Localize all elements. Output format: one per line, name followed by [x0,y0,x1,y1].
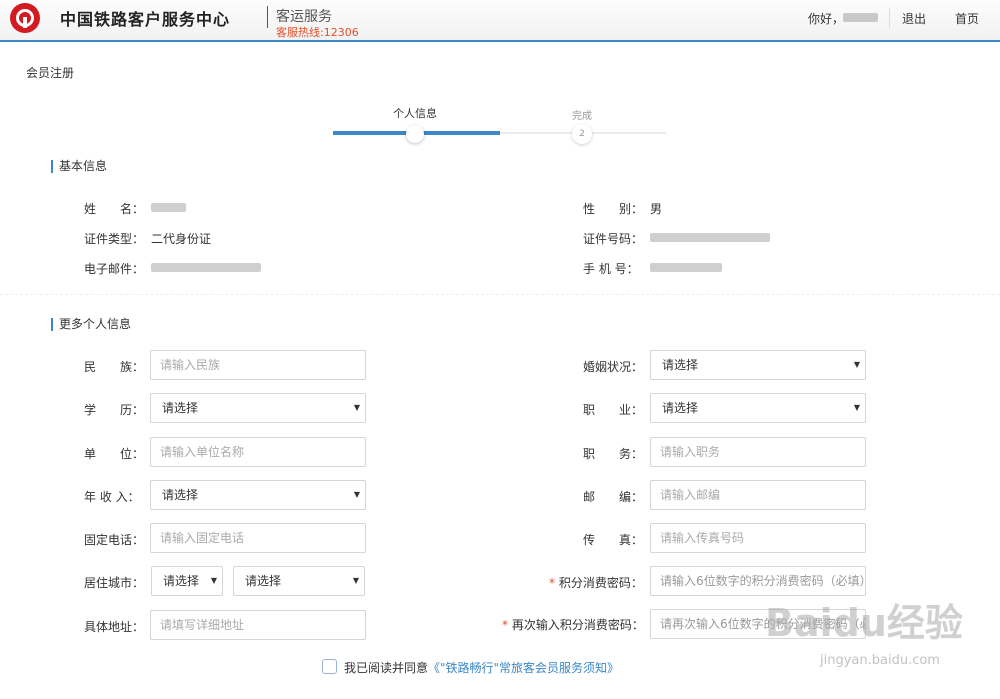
marital-select[interactable]: 请选择 ▼ [650,350,866,380]
address-label: 具体地址： [84,620,145,634]
hotline-text: 客服热线:12306 [276,26,359,39]
service-name: 客运服务 [276,9,332,25]
income-label: 年 收 入： [84,490,140,504]
points-password-label: * 积分消费密码： [549,576,643,590]
address-input[interactable]: 请填写详细地址 [150,610,366,640]
phone-redacted [650,263,722,272]
username-redacted [843,13,878,22]
chevron-down-icon: ▼ [853,360,860,369]
chevron-down-icon: ▼ [353,403,360,412]
id-type-label: 证件类型： [84,232,145,246]
ethnicity-label: 民 族： [84,360,145,374]
email-redacted [151,263,261,272]
position-label: 职 务： [583,447,644,461]
education-label: 学 历： [84,403,145,417]
city-select[interactable]: 请选择 ▼ [233,566,365,596]
railway-logo-icon[interactable] [10,3,40,33]
chevron-down-icon: ▼ [853,403,860,412]
occupation-label: 职 业： [583,403,644,417]
id-number-redacted [650,233,770,242]
basic-info-heading: 基本信息 [51,160,107,173]
fax-label: 传 真： [583,533,644,547]
header-divider [889,8,890,28]
marital-label: 婚姻状况： [583,360,644,374]
zip-input[interactable]: 请输入邮编 [650,480,866,510]
tel-label: 固定电话： [84,533,145,547]
province-select-value: 请选择 [163,574,200,588]
name-value-redacted [151,203,186,212]
position-input[interactable]: 请输入职务 [650,437,866,467]
required-asterisk: * [549,576,559,590]
logout-link[interactable]: 退出 [902,10,926,27]
chevron-down-icon: ▼ [353,490,360,499]
employer-label: 单 位： [84,447,145,461]
income-select[interactable]: 请选择 ▼ [150,480,366,510]
zip-label: 邮 编： [583,490,644,504]
gender-value: 男 [650,202,663,216]
email-label: 电子邮件： [84,262,145,276]
ethnicity-input[interactable]: 请输入民族 [150,350,366,380]
step-1-marker [406,125,424,143]
baidu-watermark: Baidu经验 [765,601,963,645]
home-link[interactable]: 首页 [955,10,979,27]
gender-label: 性 别： [583,202,644,216]
province-select[interactable]: 请选择 ▼ [151,566,223,596]
top-header: 中国铁路客户服务中心 客运服务 客服热线:12306 你好， 退出 首页 [0,0,1000,42]
agreement-text: 我已阅读并同意《"铁路畅行"常旅客会员服务须知》 [344,659,619,676]
city-label: 居住城市： [84,576,145,590]
income-select-value: 请选择 [162,488,199,502]
employer-input[interactable]: 请输入单位名称 [150,437,366,467]
watermark-url: jingyan.baidu.com [820,653,940,668]
step-1-label: 个人信息 [393,107,437,120]
id-number-label: 证件号码： [583,232,644,246]
city-select-value: 请选择 [245,574,282,588]
education-select[interactable]: 请选择 ▼ [150,393,366,423]
title-divider [267,6,268,28]
occupation-select[interactable]: 请选择 ▼ [650,393,866,423]
agreement-link[interactable]: 《"铁路畅行"常旅客会员服务须知》 [428,661,619,675]
page-title: 会员注册 [26,66,75,80]
agreement-label: 我已阅读并同意 [344,661,429,675]
step-2-marker: 2 [572,124,592,144]
points-password-confirm-label: * 再次输入积分消费密码： [502,618,644,632]
agreement-checkbox[interactable] [322,659,337,674]
greeting-text: 你好， [808,12,845,26]
marital-select-value: 请选择 [662,358,699,372]
fax-input[interactable]: 请输入传真号码 [650,523,866,553]
section-divider [0,294,1000,295]
tel-input[interactable]: 请输入固定电话 [150,523,366,553]
more-info-heading: 更多个人信息 [51,318,131,331]
required-asterisk: * [502,618,512,632]
id-type-value: 二代身份证 [151,232,212,246]
phone-label: 手 机 号： [583,262,639,276]
site-title[interactable]: 中国铁路客户服务中心 [60,6,230,30]
occupation-select-value: 请选择 [662,401,699,415]
education-select-value: 请选择 [162,401,199,415]
name-label: 姓 名： [84,202,145,216]
chevron-down-icon: ▼ [352,576,359,585]
chevron-down-icon: ▼ [210,576,217,585]
step-2-label: 完成 [572,111,592,122]
